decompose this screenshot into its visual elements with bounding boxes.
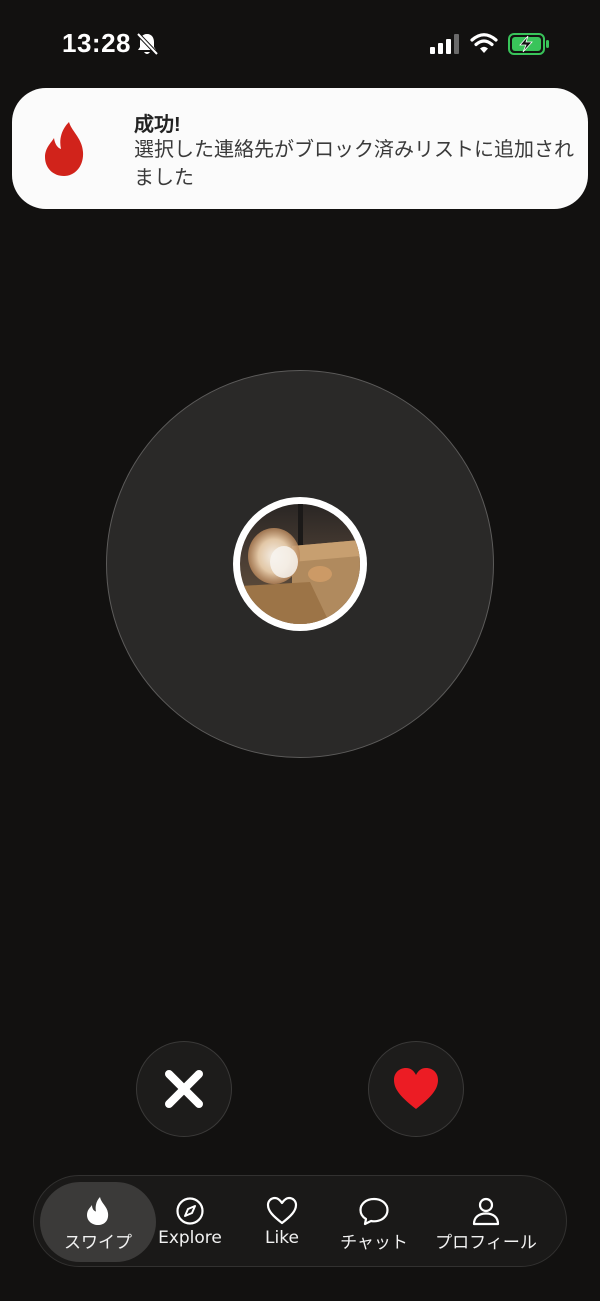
tab-label: スワイプ [64, 1233, 132, 1253]
chat-bubble-icon [359, 1197, 389, 1226]
tab-label: チャット [340, 1233, 408, 1253]
heart-outline-icon [266, 1196, 298, 1225]
compass-icon [176, 1197, 204, 1225]
close-icon [165, 1070, 203, 1108]
like-button[interactable] [368, 1041, 464, 1137]
avatar [233, 497, 367, 631]
status-bar: 13:28 [0, 0, 600, 90]
heart-icon [394, 1068, 438, 1109]
cellular-signal-icon [430, 34, 459, 54]
tab-profile[interactable]: プロフィール [430, 1182, 542, 1262]
wifi-icon [470, 33, 498, 53]
tab-like[interactable]: Like [252, 1182, 312, 1262]
tab-swipe[interactable]: スワイプ [40, 1182, 156, 1262]
flame-icon [87, 1197, 109, 1225]
tab-explore[interactable]: Explore [152, 1182, 228, 1262]
tab-bar: スワイプ Explore Like チャット プロフィール [33, 1175, 567, 1267]
user-avatar-photo [240, 504, 360, 624]
notification-title: 成功! [134, 114, 181, 136]
tab-chat[interactable]: チャット [332, 1182, 416, 1262]
nope-button[interactable] [136, 1041, 232, 1137]
notification-banner[interactable]: 成功! 選択した連絡先がブロック済みリストに追加されました [12, 88, 588, 209]
notification-message: 選択した連絡先がブロック済みリストに追加されました [134, 137, 574, 189]
battery-charging-icon [508, 33, 549, 55]
person-icon [472, 1197, 500, 1226]
screen: 13:28 成功! 選択した連絡先がブロック済みリストに追加されました スワイプ… [0, 0, 600, 1301]
bell-slash-icon [136, 32, 158, 56]
status-time: 13:28 [62, 28, 131, 58]
tinder-flame-icon [45, 122, 84, 176]
tab-label: プロフィール [435, 1233, 537, 1253]
tab-label: Explore [158, 1228, 222, 1248]
tab-label: Like [265, 1228, 299, 1248]
